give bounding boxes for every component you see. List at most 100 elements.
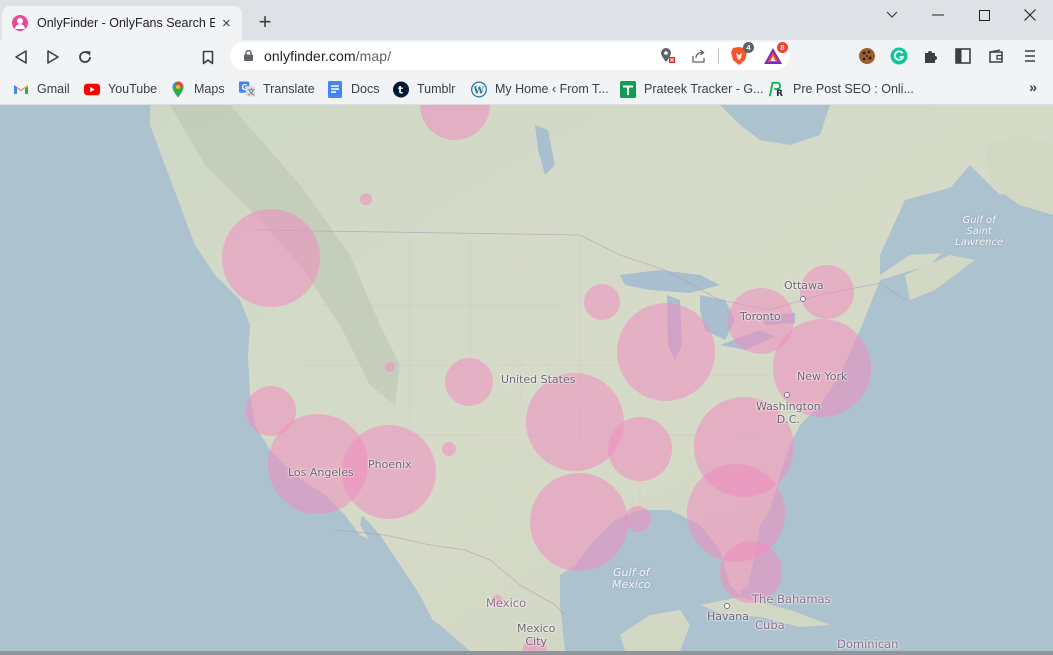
label-mexico-city-line2: City [525, 635, 547, 648]
brave-shields-badge: 4 [743, 42, 754, 53]
bookmark-label: Maps [194, 82, 225, 96]
cluster-circle-calgary[interactable] [360, 193, 372, 205]
bookmark-label: Prateek Tracker - G... [644, 82, 764, 96]
cluster-circle-new-orleans[interactable] [625, 506, 651, 532]
maps-icon [170, 81, 186, 97]
url-path: /map/ [355, 48, 392, 64]
label-havana: Havana [707, 610, 749, 623]
label-washington-line1: Washington [756, 400, 821, 413]
bookmark-label: My Home ‹ From T... [495, 82, 609, 96]
cluster-circle-denver[interactable] [445, 358, 493, 406]
label-mexico-city-line1: Mexico [517, 622, 556, 635]
url-text: onlyfinder.com/map/ [264, 48, 391, 64]
maximize-icon[interactable] [964, 4, 1004, 26]
bookmark-label: Docs [351, 82, 380, 96]
cookie-editor-icon[interactable] [856, 45, 878, 67]
prepostseo-icon: R [769, 81, 785, 98]
menu-icon[interactable] [1019, 45, 1041, 67]
label-toronto: Toronto [740, 310, 781, 323]
label-los-angeles: Los Angeles [288, 466, 354, 479]
minimize-icon[interactable] [918, 4, 958, 26]
cluster-circle-minneapolis[interactable] [584, 284, 620, 320]
city-dot-havana [724, 603, 730, 609]
label-washington-line2: D.C. [776, 413, 800, 426]
label-washington: Washington D.C. [756, 400, 821, 426]
cluster-circle-seattle-portland[interactable] [222, 209, 320, 307]
svg-text:R: R [776, 89, 783, 98]
cluster-map[interactable]: Ottawa Toronto New York Washington D.C. U… [0, 105, 1053, 651]
address-bar[interactable]: onlyfinder.com/map/ 4 8 [230, 42, 790, 70]
url-domain: onlyfinder.com [264, 48, 356, 64]
cluster-circle-phoenix[interactable] [342, 425, 436, 519]
label-gulf-of-mexico: Gulf of Mexico [612, 567, 651, 591]
bookmarks-overflow-chevron-icon[interactable]: » [1029, 79, 1037, 95]
browser-toolbar: onlyfinder.com/map/ 4 8 [0, 40, 1053, 73]
bookmark-youtube[interactable]: YouTube [84, 80, 157, 98]
translate-icon: G文 [239, 81, 255, 97]
svg-text:W: W [473, 85, 485, 96]
svg-text:文: 文 [247, 87, 255, 97]
svg-text:t: t [398, 84, 403, 96]
label-gulf-stl-line2: Saint [966, 226, 992, 237]
cluster-circle-memphis[interactable] [608, 417, 672, 481]
label-ottawa: Ottawa [784, 279, 824, 292]
bookmark-translate[interactable]: G文 Translate [239, 80, 315, 98]
sheets-icon [620, 80, 636, 98]
new-tab-button[interactable]: + [255, 10, 275, 34]
reload-icon[interactable] [73, 45, 97, 69]
bookmark-label: YouTube [108, 82, 158, 96]
lock-icon [244, 50, 253, 61]
bookmark-label: Tumblr [417, 82, 456, 96]
window-bottom-edge [0, 651, 1053, 655]
label-gulf-stl-line3: Lawrence [955, 237, 1004, 248]
bookmark-my-home[interactable]: W My Home ‹ From T... [471, 80, 609, 98]
gmail-icon [13, 81, 29, 97]
brave-rewards-icon[interactable]: 8 [762, 42, 788, 67]
tab-title: OnlyFinder - OnlyFans Search Engine [37, 16, 215, 30]
docs-icon [327, 80, 343, 98]
share-icon[interactable] [688, 45, 710, 67]
bookmark-docs[interactable]: Docs [327, 80, 379, 98]
forward-icon[interactable] [41, 45, 65, 69]
brave-rewards-badge: 8 [777, 42, 788, 53]
side-panel-icon[interactable] [952, 45, 974, 67]
browser-tab[interactable]: OnlyFinder - OnlyFans Search Engine × [2, 6, 242, 40]
bookmarks-bar: Gmail YouTube Maps G文 Translate Docs t T… [0, 73, 1053, 105]
bookmark-maps[interactable]: Maps [170, 80, 225, 98]
label-mexico: Mexico [486, 596, 527, 610]
cluster-circle-ottawa-montreal[interactable] [800, 265, 854, 319]
cluster-circle-albuquerque[interactable] [442, 442, 456, 456]
youtube-icon [84, 81, 100, 97]
bookmark-pre-post-seo[interactable]: R Pre Post SEO : Onli... [769, 80, 914, 98]
label-phoenix: Phoenix [368, 458, 412, 471]
onlyfinder-user-icon [12, 15, 28, 31]
label-new-york: New York [797, 370, 848, 383]
back-icon[interactable] [9, 45, 33, 69]
cluster-circle-salt-lake-city[interactable] [385, 362, 395, 372]
label-cuba: Cuba [755, 618, 785, 632]
bookmark-tumblr[interactable]: t Tumblr [393, 80, 455, 98]
extensions-puzzle-icon[interactable] [920, 45, 942, 67]
label-bahamas: The Bahamas [752, 592, 831, 606]
tumblr-icon: t [393, 81, 409, 97]
bookmark-label: Pre Post SEO : Onli... [793, 82, 914, 96]
close-window-icon[interactable] [1010, 4, 1050, 26]
city-dot-washington [784, 392, 790, 398]
wordpress-icon: W [471, 81, 487, 97]
bookmark-label: Gmail [37, 82, 70, 96]
tab-close-icon[interactable]: × [219, 15, 234, 32]
tab-search-chevron-icon[interactable] [872, 4, 912, 26]
cluster-circle-chicago[interactable] [617, 303, 715, 401]
bookmark-gmail[interactable]: Gmail [13, 80, 70, 98]
bookmark-prateek-tracker[interactable]: Prateek Tracker - G... [620, 80, 763, 98]
label-mexico-city: Mexico City [517, 622, 555, 648]
cluster-circle-houston[interactable] [530, 473, 628, 571]
bookmark-icon[interactable] [196, 45, 220, 69]
wallet-icon[interactable] [985, 45, 1007, 67]
brave-shields-icon[interactable]: 4 [728, 42, 754, 67]
location-blocked-icon[interactable] [657, 45, 679, 67]
label-dominican: Dominican [837, 637, 899, 651]
tab-strip: OnlyFinder - OnlyFans Search Engine × + [0, 0, 1053, 40]
grammarly-icon[interactable] [888, 45, 910, 67]
label-gulf-of-saint-lawrence: Gulf of Saint Lawrence [955, 215, 1003, 248]
